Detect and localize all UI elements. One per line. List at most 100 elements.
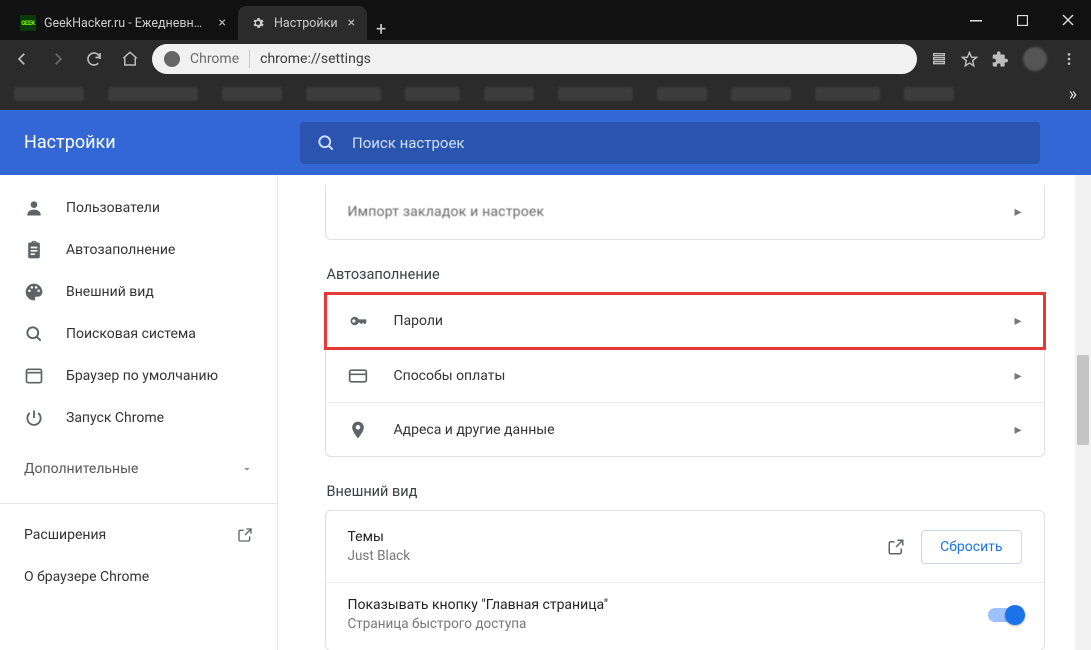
chevron-right-icon: ▸ [1014,422,1021,438]
settings-main: Пользователи Автозаполнение Внешний вид … [0,175,1091,650]
reading-list-icon[interactable] [931,51,947,67]
sidebar-item-label: Автозаполнение [66,242,175,258]
sidebar-item-search[interactable]: Поисковая система [0,313,277,355]
url-product: Chrome [190,51,239,67]
tab-title: GeekHacker.ru - Ежедневный жу [44,16,209,31]
import-row[interactable]: Импорт закладок и настроек ▸ [326,185,1044,239]
chevron-right-icon: ▸ [1014,313,1021,329]
bookmark-item[interactable] [731,87,791,101]
import-card: Импорт закладок и настроек ▸ [325,185,1045,240]
gear-icon [250,15,266,31]
power-icon [24,408,44,428]
toggle-switch[interactable] [988,608,1022,622]
addresses-row[interactable]: Адреса и другие данные ▸ [326,402,1044,456]
themes-row[interactable]: Темы Just Black Сбросить [326,511,1044,582]
sidebar-item-label: Браузер по умолчанию [66,368,218,384]
bookmark-item[interactable] [904,87,954,101]
maximize-button[interactable] [999,0,1045,40]
sidebar-item-label: Пользователи [66,200,160,216]
appearance-card: Темы Just Black Сбросить Показывать кноп… [325,510,1045,650]
clipboard-icon [24,240,44,260]
themes-label: Темы [348,529,411,545]
row-label: Импорт закладок и настроек [348,204,545,220]
sidebar-item-people[interactable]: Пользователи [0,187,277,229]
settings-search[interactable] [300,122,1040,164]
credit-card-icon [348,366,368,386]
separator [0,503,277,504]
sidebar-link-label: О браузере Chrome [24,569,149,585]
chevron-right-icon: ▸ [1014,368,1021,384]
person-icon [24,198,44,218]
chevron-right-icon: ▸ [1014,204,1021,220]
row-label: Адреса и другие данные [394,422,555,438]
close-icon[interactable]: × [219,15,226,31]
reset-theme-button[interactable]: Сбросить [921,530,1021,564]
close-window-button[interactable] [1045,0,1091,40]
bookmark-item[interactable] [484,87,534,101]
sidebar-item-label: Внешний вид [66,284,154,300]
sidebar-item-default-browser[interactable]: Браузер по умолчанию [0,355,277,397]
settings-content: Импорт закладок и настроек ▸ Автозаполне… [278,175,1091,650]
autofill-card: Пароли ▸ Способы оплаты ▸ Адреса и други… [325,293,1045,457]
search-input[interactable] [352,134,1024,152]
bookmark-item[interactable] [222,87,282,101]
profile-icon[interactable] [1023,47,1047,71]
page-title: Настройки [24,132,300,153]
home-button-row[interactable]: Показывать кнопку "Главная страница" Стр… [326,582,1044,650]
sidebar-item-autofill[interactable]: Автозаполнение [0,229,277,271]
sidebar-about-link[interactable]: О браузере Chrome [0,556,277,598]
browser-icon [24,366,44,386]
home-button[interactable] [116,45,144,73]
tab-favicon: GEEK [20,15,36,31]
sidebar-item-label: Запуск Chrome [66,410,164,426]
separator [249,50,250,68]
new-tab-button[interactable]: + [367,19,395,40]
sidebar-item-appearance[interactable]: Внешний вид [0,271,277,313]
bookmark-item[interactable] [558,87,633,101]
row-label: Пароли [394,313,444,329]
close-icon[interactable]: × [348,15,355,31]
browser-tab-active[interactable]: Настройки × [238,6,367,40]
bookmark-item[interactable] [405,87,460,101]
themes-value: Just Black [348,548,411,564]
extensions-icon[interactable] [992,51,1009,68]
search-icon [24,324,44,344]
minimize-button[interactable] [953,0,999,40]
sidebar-item-onstartup[interactable]: Запуск Chrome [0,397,277,439]
chevron-down-icon [241,463,253,475]
home-button-label: Показывать кнопку "Главная страница" [348,597,609,613]
scrollbar-thumb[interactable] [1077,355,1089,445]
address-bar[interactable]: Chrome chrome://settings [152,44,917,74]
sidebar-advanced-label: Дополнительные [24,461,138,477]
browser-tab[interactable]: GEEK GeekHacker.ru - Ежедневный жу × [8,6,238,40]
bookmark-item[interactable] [108,87,198,101]
sidebar-advanced-toggle[interactable]: Дополнительные [0,445,277,493]
url-path: chrome://settings [260,51,371,67]
row-label: Способы оплаты [394,368,506,384]
sidebar-item-label: Поисковая система [66,326,196,342]
home-button-sub: Страница быстрого доступа [348,616,609,632]
menu-icon[interactable] [1061,51,1077,67]
window-controls [953,0,1091,40]
open-external-icon[interactable] [887,538,905,556]
bookmark-item[interactable] [815,87,880,101]
bookmark-star-icon[interactable] [961,51,978,68]
back-button[interactable] [8,45,36,73]
payment-row[interactable]: Способы оплаты ▸ [326,348,1044,402]
bookmarks-overflow-icon[interactable]: » [1069,84,1077,105]
bookmark-item[interactable] [306,87,381,101]
settings-header: Настройки [0,110,1091,175]
tab-strip: GEEK GeekHacker.ru - Ежедневный жу × Нас… [0,0,953,40]
window-titlebar: GEEK GeekHacker.ru - Ежедневный жу × Нас… [0,0,1091,40]
passwords-row[interactable]: Пароли ▸ [326,294,1044,348]
key-icon [348,311,368,331]
sidebar-extensions-link[interactable]: Расширения [0,514,277,556]
bookmark-item[interactable] [657,87,707,101]
toolbar: Chrome chrome://settings [0,40,1091,78]
bookmark-item[interactable] [14,87,84,101]
reload-button[interactable] [80,45,108,73]
search-icon [316,133,336,153]
vertical-scrollbar[interactable] [1075,175,1091,650]
settings-sidebar: Пользователи Автозаполнение Внешний вид … [0,175,278,650]
forward-button[interactable] [44,45,72,73]
